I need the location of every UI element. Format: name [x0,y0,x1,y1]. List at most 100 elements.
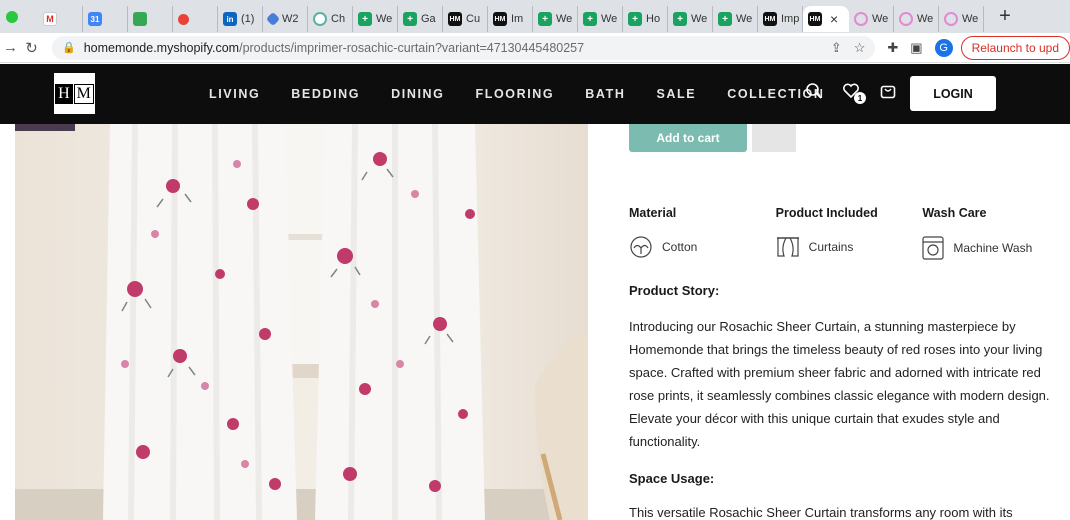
product-story-title: Product Story: [629,283,720,298]
spec-wash-care: Wash Care Machine Wash [922,206,1069,260]
side-panel-icon[interactable]: ▣ [910,40,922,56]
nav-flooring[interactable]: FLOORING [475,87,554,101]
browser-tab[interactable]: + Ga [398,6,443,32]
product-image[interactable] [15,124,588,520]
product-story-text: Introducing our Rosachic Sheer Curtain, … [629,319,1050,449]
reload-icon[interactable]: ↻ [21,39,42,57]
plus-green-icon: + [628,12,642,26]
tab-label: We [601,13,618,25]
forward-icon[interactable]: → [0,39,21,56]
tab-label: Cu [466,13,481,25]
browser-toolbar: → ↻ 🔒 homemonde.myshopify.com/products/i… [0,33,1070,63]
flower-icon [899,12,913,26]
tab-list: M 31 in (1) W2 Ch + We + Ga HM Cu HM Im + We + We + Ho + We + W… [38,0,984,33]
search-icon[interactable] [805,82,823,100]
browser-tab[interactable]: + We [713,6,758,32]
diamond-icon [265,11,281,27]
tab-label: W2 [282,13,299,25]
close-tab-icon[interactable]: × [830,11,838,27]
nav-bath[interactable]: BATH [585,87,625,101]
plus-green-icon: + [673,12,687,26]
plus-green-icon: + [403,12,417,26]
record-icon [178,13,189,25]
main-nav: LIVING BEDDING DINING FLOORING BATH SALE… [209,64,855,124]
browser-tab[interactable]: HM Im [488,6,533,32]
relaunch-button[interactable]: Relaunch to upd [960,35,1070,60]
hm-icon: HM [493,12,507,26]
logo-letter-h: H [55,83,73,104]
spec-value: Machine Wash [953,241,1033,255]
hm-icon: HM [808,12,822,26]
washing-machine-icon [922,236,944,260]
plus-green-icon: + [538,12,552,26]
browser-tab[interactable]: 31 [83,6,128,32]
share-icon[interactable]: ⇪ [831,40,842,56]
browser-tab[interactable]: We [894,6,939,32]
linkedin-icon: in [223,12,237,26]
browser-tab[interactable]: + We [668,6,713,32]
browser-tab[interactable]: HM Imp [758,6,803,32]
tab-label: We [736,13,753,25]
nav-living[interactable]: LIVING [209,87,260,101]
add-to-cart-button[interactable]: Add to cart [629,124,747,152]
drive-icon [133,12,147,26]
browser-tab[interactable]: + We [533,6,578,32]
spec-value: Cotton [662,240,698,254]
nav-dining[interactable]: DINING [391,87,444,101]
window-maximize-icon[interactable] [6,10,18,23]
login-button[interactable]: LOGIN [910,76,996,111]
product-specs: Material Cotton Product Included Curtain… [629,206,1069,260]
secondary-action-button[interactable] [752,124,796,152]
hm-icon: HM [763,12,777,26]
cotton-icon [630,236,652,258]
tab-label: We [917,13,934,25]
window-controls [0,10,38,23]
browser-tab[interactable]: HM Cu [443,6,488,32]
flower-icon [944,12,958,26]
browser-tab[interactable]: + We [353,6,398,32]
spec-heading: Material [629,206,677,220]
url-path: /products/imprimer-rosachic-curtain?vari… [239,40,585,55]
plus-green-icon: + [358,12,372,26]
browser-tab[interactable]: + Ho [623,6,668,32]
nav-sale[interactable]: SALE [656,87,696,101]
browser-tab[interactable]: We [939,6,984,32]
profile-avatar[interactable]: G [934,38,953,57]
tab-label: We [962,13,979,25]
calendar-icon: 31 [88,12,102,26]
browser-tab[interactable]: Ch [308,6,353,32]
wishlist-icon[interactable]: 1 [842,82,866,104]
nav-bedding[interactable]: BEDDING [291,87,360,101]
thumbnail-strip[interactable] [15,124,75,131]
space-usage-title: Space Usage: [629,471,715,486]
space-usage-text: This versatile Rosachic Sheer Curtain tr… [629,505,1013,520]
browser-tab-strip: M 31 in (1) W2 Ch + We + Ga HM Cu HM Im + We + We + Ho + We + W… [0,0,1070,33]
spec-product-included: Product Included Curtains [776,206,923,260]
flower-icon [854,12,868,26]
wishlist-count-badge: 1 [854,92,866,104]
new-tab-button[interactable]: + [990,5,1020,28]
spec-heading: Product Included [775,206,878,220]
lock-icon[interactable]: 🔒 [62,41,76,54]
browser-tab[interactable]: in (1) [218,6,263,32]
browser-tab[interactable]: HM × [803,6,849,32]
tab-label: (1) [241,13,255,25]
chatgpt-icon [313,12,327,26]
cart-icon[interactable] [879,82,897,100]
gmail-icon: M [43,12,57,26]
browser-tab[interactable] [128,6,173,32]
homemonde-logo[interactable]: HM [54,73,95,114]
bookmark-star-icon[interactable]: ☆ [854,40,866,56]
browser-tab[interactable]: We [849,6,894,32]
browser-tab[interactable] [173,6,218,32]
cart-row: Add to cart [629,124,796,152]
extensions-icon[interactable]: ✚ [887,40,898,56]
tab-label: We [872,13,889,25]
browser-tab[interactable]: M [38,6,83,32]
tab-label: Ho [646,13,661,25]
address-bar[interactable]: 🔒 homemonde.myshopify.com/products/impri… [52,35,876,60]
logo-letter-m: M [73,83,94,104]
tab-label: We [376,13,393,25]
browser-tab[interactable]: + We [578,6,623,32]
browser-tab[interactable]: W2 [263,6,308,32]
